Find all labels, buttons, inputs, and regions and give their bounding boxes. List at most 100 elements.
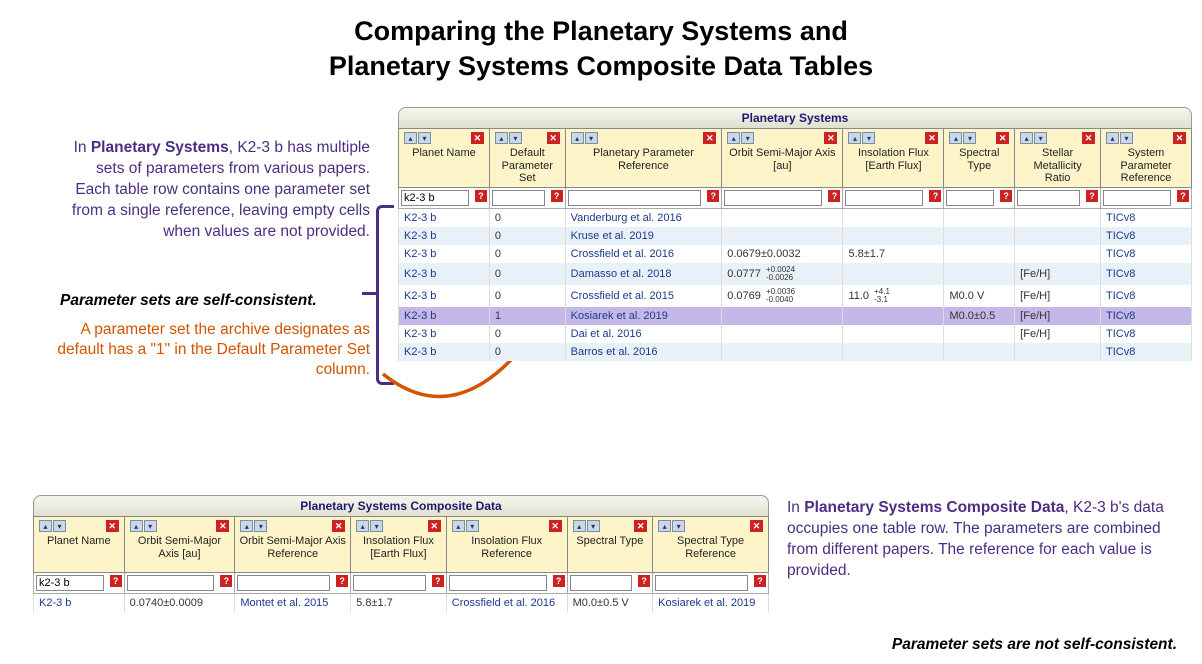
close-column-icon[interactable]: ✕ bbox=[106, 520, 119, 532]
help-icon[interactable]: ? bbox=[929, 190, 941, 202]
close-column-icon[interactable]: ✕ bbox=[216, 520, 229, 532]
reference-cell[interactable]: Crossfield et al. 2016 bbox=[565, 245, 722, 263]
sort-desc-icon[interactable]: ▾ bbox=[370, 520, 383, 532]
help-icon[interactable]: ? bbox=[220, 575, 232, 587]
table-row[interactable]: K2-3 b 0 Barros et al. 2016 TICv8 bbox=[399, 343, 1192, 361]
sys-ref-cell[interactable]: TICv8 bbox=[1101, 208, 1192, 227]
help-icon[interactable]: ? bbox=[707, 190, 719, 202]
sort-desc-icon[interactable]: ▾ bbox=[1034, 132, 1047, 144]
planet-name-cell[interactable]: K2-3 b bbox=[399, 343, 490, 361]
table-row[interactable]: K2-3 b 0 Crossfield et al. 2015 0.0769 +… bbox=[399, 285, 1192, 307]
filter-input[interactable] bbox=[127, 575, 215, 591]
close-column-icon[interactable]: ✕ bbox=[1082, 132, 1095, 144]
close-column-icon[interactable]: ✕ bbox=[471, 132, 484, 144]
filter-input[interactable] bbox=[492, 190, 545, 206]
table-row[interactable]: K2-3 b 0.0740±0.0009 Montet et al. 2015 … bbox=[34, 594, 769, 613]
help-icon[interactable]: ? bbox=[432, 575, 444, 587]
sort-desc-icon[interactable]: ▾ bbox=[466, 520, 479, 532]
axis-ref-cell[interactable]: Montet et al. 2015 bbox=[235, 594, 351, 613]
close-column-icon[interactable]: ✕ bbox=[996, 132, 1009, 144]
sort-asc-icon[interactable]: ▴ bbox=[240, 520, 253, 532]
help-icon[interactable]: ? bbox=[475, 190, 487, 202]
sort-asc-icon[interactable]: ▴ bbox=[39, 520, 52, 532]
table-tab[interactable]: Planetary Systems bbox=[398, 107, 1192, 128]
planet-name-cell[interactable]: K2-3 b bbox=[399, 263, 490, 285]
sort-desc-icon[interactable]: ▾ bbox=[672, 520, 685, 532]
sys-ref-cell[interactable]: TICv8 bbox=[1101, 343, 1192, 361]
filter-input[interactable] bbox=[845, 190, 923, 206]
close-column-icon[interactable]: ✕ bbox=[547, 132, 560, 144]
help-icon[interactable]: ? bbox=[638, 575, 650, 587]
planet-name-cell[interactable]: K2-3 b bbox=[399, 208, 490, 227]
sort-desc-icon[interactable]: ▾ bbox=[254, 520, 267, 532]
close-column-icon[interactable]: ✕ bbox=[428, 520, 441, 532]
filter-input[interactable] bbox=[237, 575, 330, 591]
sys-ref-cell[interactable]: TICv8 bbox=[1101, 245, 1192, 263]
table-tab[interactable]: Planetary Systems Composite Data bbox=[33, 495, 769, 516]
filter-input[interactable] bbox=[724, 190, 822, 206]
filter-input[interactable] bbox=[401, 190, 469, 206]
sort-desc-icon[interactable]: ▾ bbox=[862, 132, 875, 144]
sort-asc-icon[interactable]: ▴ bbox=[495, 132, 508, 144]
sort-desc-icon[interactable]: ▾ bbox=[741, 132, 754, 144]
table-row[interactable]: K2-3 b 0 Vanderburg et al. 2016 TICv8 bbox=[399, 208, 1192, 227]
filter-input[interactable] bbox=[568, 190, 702, 206]
filter-input[interactable] bbox=[449, 575, 547, 591]
planet-name-cell[interactable]: K2-3 b bbox=[34, 594, 125, 613]
sort-asc-icon[interactable]: ▴ bbox=[848, 132, 861, 144]
sort-desc-icon[interactable]: ▾ bbox=[1120, 132, 1133, 144]
table-row[interactable]: K2-3 b 0 Dai et al. 2016 [Fe/H] TICv8 bbox=[399, 325, 1192, 343]
sort-asc-icon[interactable]: ▴ bbox=[573, 520, 586, 532]
close-column-icon[interactable]: ✕ bbox=[925, 132, 938, 144]
help-icon[interactable]: ? bbox=[1177, 190, 1189, 202]
reference-cell[interactable]: Kosiarek et al. 2019 bbox=[565, 307, 722, 325]
sys-ref-cell[interactable]: TICv8 bbox=[1101, 325, 1192, 343]
table-row[interactable]: K2-3 b 1 Kosiarek et al. 2019 M0.0±0.5 [… bbox=[399, 307, 1192, 325]
filter-input[interactable] bbox=[36, 575, 104, 591]
sys-ref-cell[interactable]: TICv8 bbox=[1101, 263, 1192, 285]
sort-asc-icon[interactable]: ▴ bbox=[949, 132, 962, 144]
reference-cell[interactable]: Dai et al. 2016 bbox=[565, 325, 722, 343]
help-icon[interactable]: ? bbox=[110, 575, 122, 587]
planet-name-cell[interactable]: K2-3 b bbox=[399, 325, 490, 343]
sort-asc-icon[interactable]: ▴ bbox=[571, 132, 584, 144]
sort-asc-icon[interactable]: ▴ bbox=[404, 132, 417, 144]
help-icon[interactable]: ? bbox=[551, 190, 563, 202]
sort-desc-icon[interactable]: ▾ bbox=[144, 520, 157, 532]
help-icon[interactable]: ? bbox=[553, 575, 565, 587]
spectral-ref-cell[interactable]: Kosiarek et al. 2019 bbox=[653, 594, 769, 613]
sort-asc-icon[interactable]: ▴ bbox=[130, 520, 143, 532]
filter-input[interactable] bbox=[1017, 190, 1080, 206]
sort-desc-icon[interactable]: ▾ bbox=[585, 132, 598, 144]
sort-asc-icon[interactable]: ▴ bbox=[658, 520, 671, 532]
help-icon[interactable]: ? bbox=[336, 575, 348, 587]
sort-asc-icon[interactable]: ▴ bbox=[1106, 132, 1119, 144]
close-column-icon[interactable]: ✕ bbox=[634, 520, 647, 532]
sort-desc-icon[interactable]: ▾ bbox=[509, 132, 522, 144]
sort-desc-icon[interactable]: ▾ bbox=[587, 520, 600, 532]
reference-cell[interactable]: Kruse et al. 2019 bbox=[565, 227, 722, 245]
filter-input[interactable] bbox=[946, 190, 994, 206]
sys-ref-cell[interactable]: TICv8 bbox=[1101, 285, 1192, 307]
close-column-icon[interactable]: ✕ bbox=[824, 132, 837, 144]
help-icon[interactable]: ? bbox=[828, 190, 840, 202]
planet-name-cell[interactable]: K2-3 b bbox=[399, 307, 490, 325]
sort-desc-icon[interactable]: ▾ bbox=[418, 132, 431, 144]
help-icon[interactable]: ? bbox=[754, 575, 766, 587]
sys-ref-cell[interactable]: TICv8 bbox=[1101, 307, 1192, 325]
sort-asc-icon[interactable]: ▴ bbox=[1020, 132, 1033, 144]
flux-ref-cell[interactable]: Crossfield et al. 2016 bbox=[446, 594, 567, 613]
close-column-icon[interactable]: ✕ bbox=[549, 520, 562, 532]
sort-desc-icon[interactable]: ▾ bbox=[963, 132, 976, 144]
close-column-icon[interactable]: ✕ bbox=[1173, 132, 1186, 144]
reference-cell[interactable]: Vanderburg et al. 2016 bbox=[565, 208, 722, 227]
close-column-icon[interactable]: ✕ bbox=[750, 520, 763, 532]
planet-name-cell[interactable]: K2-3 b bbox=[399, 285, 490, 307]
sort-desc-icon[interactable]: ▾ bbox=[53, 520, 66, 532]
reference-cell[interactable]: Barros et al. 2016 bbox=[565, 343, 722, 361]
sort-asc-icon[interactable]: ▴ bbox=[727, 132, 740, 144]
planet-name-cell[interactable]: K2-3 b bbox=[399, 227, 490, 245]
filter-input[interactable] bbox=[1103, 190, 1171, 206]
help-icon[interactable]: ? bbox=[1000, 190, 1012, 202]
sys-ref-cell[interactable]: TICv8 bbox=[1101, 227, 1192, 245]
